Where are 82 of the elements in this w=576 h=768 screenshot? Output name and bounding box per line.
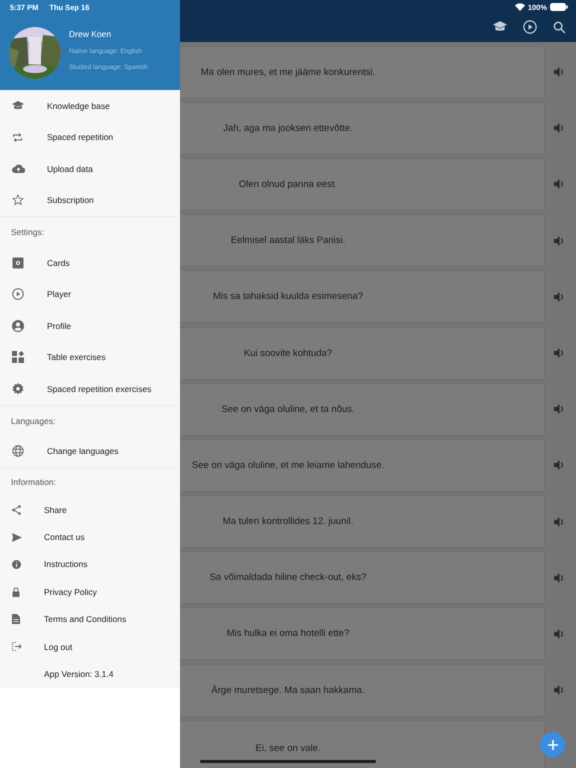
menu-item[interactable]: Change languages [0,436,180,467]
menu-item[interactable]: Subscription [0,184,180,216]
phrase-text: Jah, aga ma jooksen ettevõtte. [223,122,353,134]
speaker-icon[interactable] [554,516,565,527]
add-button[interactable] [540,732,565,757]
menu-item[interactable]: Player [0,278,180,310]
graduation-cap-icon [12,100,24,111]
phrase-card[interactable]: See on väga oluline, et me leiame lahenduse. [180,438,545,492]
phrase-text: See on väga oluline, et ta nõus. [221,404,355,415]
section-heading: Languages: [10,414,56,428]
speaker-icon[interactable] [554,292,565,302]
logout-icon [12,642,22,652]
phrase-card[interactable]: Ma olen mures, et me jääme konkurentsi. [180,46,545,99]
speaker-icon[interactable] [554,685,565,696]
speaker-icon[interactable] [554,628,565,639]
dashboard-icon [12,351,24,364]
phrase-text: Ma tulen kontrollides 12. juunil. [222,516,354,528]
phrase-text: Sa võimaldada hiline check-out, eks? [210,572,366,584]
speaker-icon[interactable] [554,179,565,190]
account-circle-icon [12,320,24,332]
speaker-icon[interactable] [554,460,565,470]
graduation-cap-icon[interactable] [493,21,507,33]
phrase-text: Mis hulka ei oma hotelli ette? [226,628,350,640]
phrase-card[interactable]: Jah, aga ma jooksen ettevõtte. [180,102,545,155]
menu-item[interactable]: Contact us [0,523,180,551]
globe-icon [12,445,24,458]
speaker-icon[interactable] [554,123,565,134]
settings-icon [12,382,24,395]
phrase-text: Ei, see on vale. [256,742,320,754]
menu-item[interactable]: Knowledge base [0,90,180,122]
phrase-card[interactable]: See on väga oluline, et ta nõus. [180,382,545,436]
send-icon [12,532,22,542]
menu-item[interactable]: Log out [0,632,180,660]
play-icon [12,288,24,300]
phrase-card[interactable]: Mis sa tahaksid kuulda esimesena? [180,270,545,324]
menu-item[interactable]: Cards [0,247,180,278]
phrase-card[interactable]: Sa võimaldada hiline check-out, eks? [180,551,545,604]
phrase-text: Eelmisel aastal läks Pariisi. [230,235,346,246]
section-heading: Settings: [10,226,46,239]
speaker-icon[interactable] [554,572,565,583]
play-icon[interactable] [523,20,537,34]
cards-icon [12,256,24,269]
phrase-text: Mis sa tahaksid kuulda esimesena? [213,291,363,302]
menu-item[interactable]: Share [0,496,180,524]
plus-icon [548,740,558,750]
menu-item[interactable]: Instructions [0,550,180,578]
cloud-upload-icon [12,164,25,174]
speaker-icon[interactable] [554,236,565,246]
phrase-card[interactable]: Ma tulen kontrollides 12. juunil. [180,495,545,548]
star-icon [12,194,24,206]
user-name: Drew Koen [69,28,112,40]
phrase-card[interactable]: Ei, see on vale. [180,720,545,768]
phrase-text: Ärge muretsege. Ma saan hakkama. [211,684,365,696]
phrase-card[interactable]: Kui soovite kohtuda? [180,326,545,380]
phrase-text: Ma olen mures, et me jääme konkurentsi. [200,66,376,78]
speaker-icon[interactable] [554,348,565,358]
wifi-icon [514,3,525,11]
section-heading: Information: [10,476,57,489]
phrase-card[interactable]: Eelmisel aastal läks Pariisi. [180,214,545,268]
lock-icon [12,586,20,597]
document-icon [12,614,20,624]
phrase-text: Kui soovite kohtuda? [244,348,332,359]
speaker-icon[interactable] [554,404,565,414]
phrase-card[interactable]: Ärge muretsege. Ma saan hakkama. [180,664,545,717]
menu-item[interactable]: Spaced repetition exercises [0,373,180,404]
menu-item[interactable]: Spaced repetition [0,122,180,153]
menu-item[interactable]: Table exercises [0,342,180,373]
speaker-icon[interactable] [554,67,565,78]
menu-item[interactable]: Privacy Policy [0,578,180,606]
search-icon[interactable] [553,20,566,34]
repeat-icon [12,132,23,143]
phrase-text: Olen olnud panna eest. [238,178,338,190]
share-icon [12,504,21,515]
app-version: App Version: 3.1.4 [43,668,114,682]
phrase-card[interactable]: Mis hulka ei oma hotelli ette? [180,607,545,660]
phrase-card[interactable]: Olen olnud panna eest. [180,158,545,211]
phrase-text: See on väga oluline, et me leiame lahenduse. [192,460,384,471]
menu-item[interactable]: Upload data [0,153,180,184]
info-icon [12,560,21,569]
battery-icon [550,3,568,11]
menu-item[interactable]: Profile [0,310,180,342]
menu-item[interactable]: Terms and Conditions [0,606,180,633]
